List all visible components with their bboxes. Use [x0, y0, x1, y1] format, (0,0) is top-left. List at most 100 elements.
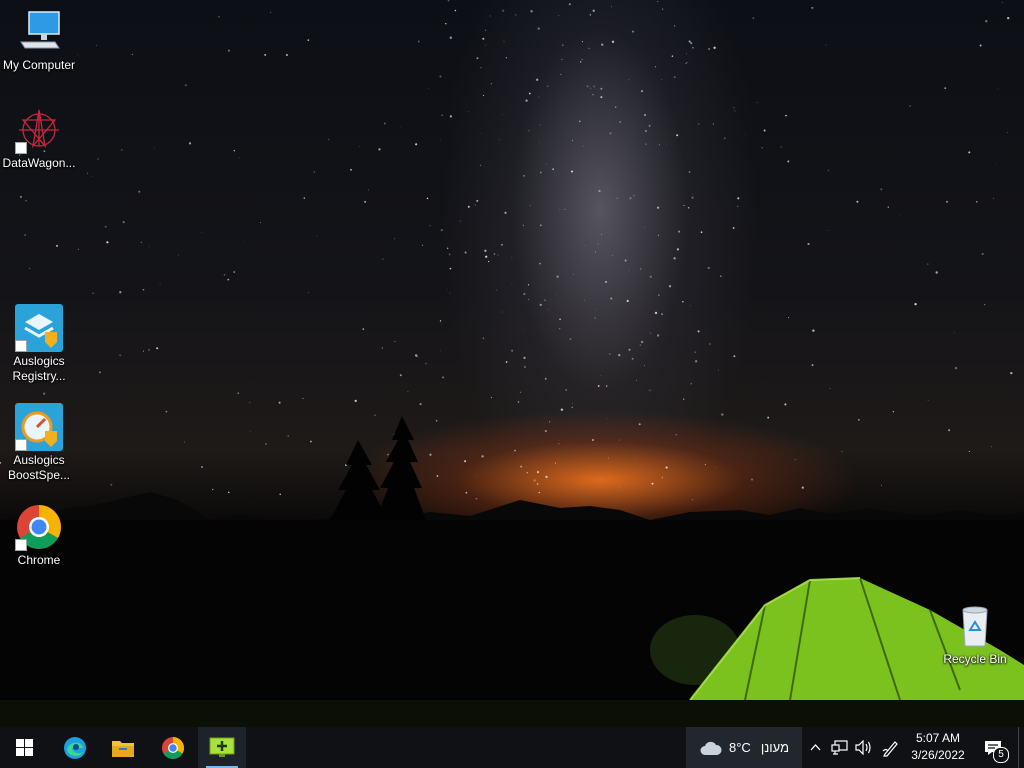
- star: [811, 364, 814, 367]
- desktop-icon-chrome[interactable]: Chrome: [1, 503, 77, 568]
- star: [584, 300, 586, 301]
- star: [364, 201, 366, 203]
- star: [104, 225, 107, 228]
- star: [624, 259, 627, 262]
- desktop-icon-recycle-bin[interactable]: Recycle Bin: [937, 602, 1013, 667]
- star: [303, 197, 306, 199]
- star: [446, 247, 449, 250]
- show-desktop-button[interactable]: [1018, 727, 1024, 768]
- star: [279, 493, 281, 496]
- star: [382, 258, 384, 260]
- desktop-icon-auslogics-registry[interactable]: Auslogics Registry...: [1, 304, 77, 384]
- star: [692, 193, 693, 195]
- star: [43, 392, 46, 395]
- star: [464, 251, 467, 254]
- star: [407, 390, 409, 392]
- star: [697, 123, 700, 125]
- network-button[interactable]: [828, 727, 850, 768]
- taskbar-remote-desktop-button[interactable]: [198, 727, 246, 768]
- taskbar-file-explorer-button[interactable]: [99, 727, 147, 768]
- star: [536, 78, 539, 81]
- star: [539, 224, 542, 227]
- weather-widget[interactable]: 8°C מעונן: [686, 727, 802, 768]
- star: [523, 293, 526, 295]
- star: [505, 57, 508, 59]
- star: [811, 6, 814, 9]
- star: [608, 353, 611, 355]
- show-hidden-icons-button[interactable]: [806, 727, 824, 768]
- star: [55, 244, 59, 247]
- volume-button[interactable]: [852, 727, 874, 768]
- taskbar-chrome-button[interactable]: [149, 727, 197, 768]
- star: [546, 85, 549, 87]
- action-center-button[interactable]: 5: [978, 727, 1009, 768]
- star: [519, 391, 521, 393]
- star: [565, 389, 568, 391]
- star: [522, 224, 525, 227]
- star: [584, 245, 586, 247]
- star: [954, 366, 958, 370]
- star: [673, 25, 676, 27]
- desktop-icon-my-computer[interactable]: My Computer: [1, 8, 77, 73]
- star: [631, 357, 634, 360]
- star: [502, 311, 503, 313]
- auslogics-registry-icon: [15, 304, 63, 352]
- star: [544, 299, 546, 301]
- star: [571, 139, 573, 141]
- star: [503, 41, 505, 42]
- star: [344, 464, 347, 467]
- star: [673, 76, 676, 79]
- start-button[interactable]: [0, 727, 48, 768]
- auslogics-boostspeed-icon: [15, 403, 63, 451]
- star: [634, 458, 636, 460]
- star: [358, 146, 360, 147]
- taskbar-edge-button[interactable]: [51, 727, 99, 768]
- star: [856, 200, 859, 203]
- star: [489, 15, 491, 17]
- star: [501, 243, 503, 246]
- star: [976, 201, 978, 203]
- star: [767, 416, 770, 419]
- star: [948, 429, 951, 432]
- desktop-icon-datawagon[interactable]: DataWagon...: [1, 106, 77, 171]
- desktop[interactable]: My Computer DataWagon... Auslogics Regis…: [0, 0, 1024, 727]
- chrome-icon: [15, 503, 63, 551]
- star: [558, 440, 560, 441]
- star: [558, 443, 560, 445]
- star: [441, 114, 443, 116]
- star: [523, 365, 527, 369]
- star: [619, 121, 621, 123]
- star: [362, 328, 365, 330]
- star: [615, 106, 617, 108]
- star: [485, 44, 486, 46]
- star: [785, 114, 787, 117]
- star: [659, 144, 660, 146]
- clock[interactable]: 5:07 AM 3/26/2022: [904, 730, 972, 764]
- star: [485, 29, 487, 31]
- star: [488, 260, 490, 263]
- star: [985, 20, 988, 23]
- star: [644, 364, 645, 366]
- star: [597, 243, 599, 245]
- star: [691, 46, 694, 49]
- shortcut-arrow-icon: [15, 142, 27, 154]
- star: [559, 318, 561, 321]
- star: [607, 418, 608, 420]
- star: [650, 332, 652, 334]
- star: [694, 351, 697, 353]
- star: [752, 17, 755, 19]
- star: [449, 36, 452, 39]
- star: [968, 450, 970, 452]
- star: [639, 344, 641, 346]
- star: [631, 30, 635, 33]
- star: [439, 320, 442, 322]
- star: [581, 41, 584, 43]
- star: [414, 354, 418, 357]
- star: [668, 285, 672, 288]
- star: [979, 44, 982, 47]
- star: [402, 471, 405, 474]
- desktop-icon-auslogics-boostspeed[interactable]: Auslogics BoostSpe...: [1, 403, 77, 483]
- star: [605, 385, 608, 387]
- star: [110, 483, 113, 486]
- pen-workspace-button[interactable]: [879, 727, 903, 768]
